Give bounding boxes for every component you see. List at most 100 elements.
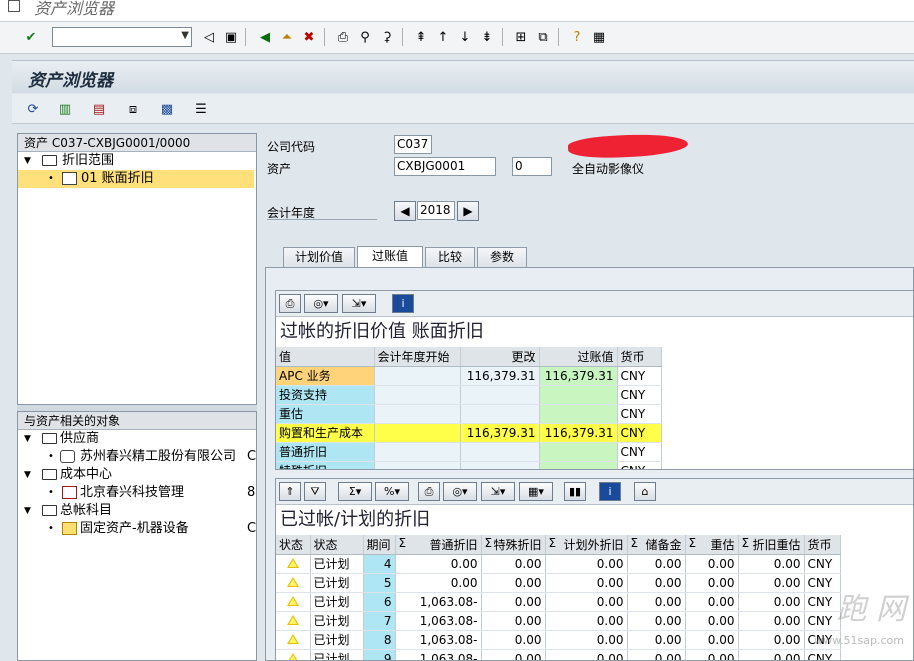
print-icon[interactable]: ⎙ xyxy=(279,294,301,313)
tree-node-depreciation-area[interactable]: ▼ 折旧范围 xyxy=(18,152,256,170)
tree-node-gl-account[interactable]: ▼ 总帐科目 xyxy=(18,502,256,520)
col-header[interactable]: 过账值 xyxy=(539,347,618,367)
expanded-arrow-icon[interactable]: ▼ xyxy=(24,466,31,484)
back-icon[interactable]: ◀ xyxy=(256,28,274,46)
cell: 0.00 xyxy=(738,573,805,593)
find-next-icon[interactable]: ⚳ xyxy=(378,28,396,46)
table-row[interactable]: 已计划 8 1,063.08- 0.00 0.00 0.00 0.00 0.00 CNY xyxy=(276,630,841,650)
col-header[interactable]: 货币 xyxy=(804,535,841,555)
window-titlebar: 资产浏览器 xyxy=(0,0,914,22)
simulation-icon[interactable]: ▩ xyxy=(158,100,176,118)
col-header[interactable]: 状态 xyxy=(276,535,311,555)
info-icon[interactable]: i xyxy=(392,294,414,313)
save-icon[interactable]: ▣ xyxy=(222,28,240,46)
views-menu-icon[interactable]: ◎▾ xyxy=(443,482,477,501)
table-row[interactable]: 普通折旧 CNY xyxy=(276,442,662,462)
cell: 0.00 xyxy=(627,554,686,574)
grid-title: 过帐的折旧价值 账面折旧 xyxy=(280,321,484,342)
cell: 5 xyxy=(363,573,396,593)
graphic-icon[interactable]: ▮▮ xyxy=(564,482,586,501)
col-header[interactable]: 更改 xyxy=(460,347,540,367)
subtotal-menu-icon[interactable]: %▾ xyxy=(375,482,409,501)
table-row[interactable]: 已计划 6 1,063.08- 0.00 0.00 0.00 0.00 0.00 CNY xyxy=(276,592,841,612)
fiscal-year-field[interactable]: 2018 xyxy=(417,201,455,220)
expanded-arrow-icon[interactable]: ▼ xyxy=(24,152,31,170)
other-asset-icon[interactable]: ⧈ xyxy=(124,100,142,118)
tree-node-cost-center-item[interactable]: • 北京春兴科技管理 8 xyxy=(18,484,256,502)
layout-menu-icon[interactable]: ▦▾ xyxy=(519,482,553,501)
layout-menu-icon[interactable]: ▦ xyxy=(590,28,608,46)
expanded-arrow-icon[interactable]: ▼ xyxy=(24,502,31,520)
tree-node-vendor-item[interactable]: • 苏州春兴精工股份有限公司 C xyxy=(18,448,256,466)
company-code-field[interactable]: C037 xyxy=(394,135,432,154)
display-asset-icon[interactable]: ▥ xyxy=(56,100,74,118)
back-arrow-icon[interactable]: ◁ xyxy=(200,28,218,46)
last-page-icon[interactable]: ⇟ xyxy=(478,28,496,46)
expanded-arrow-icon[interactable]: ▼ xyxy=(24,430,31,448)
col-header[interactable]: 状态 xyxy=(310,535,364,555)
col-header[interactable]: Σ 折旧重估 xyxy=(738,535,805,555)
shortcut-icon[interactable]: ⧉ xyxy=(534,28,552,46)
col-header[interactable]: 值 xyxy=(276,347,375,367)
tree-node-book-depreciation[interactable]: • 01 账面折旧 xyxy=(18,170,254,188)
col-header[interactable]: Σ 储备金 xyxy=(627,535,686,555)
grid-toolbar: ⎙ ◎▾ ⇲▾ i xyxy=(276,291,913,317)
asset-values-icon[interactable]: ▤ xyxy=(90,100,108,118)
export-menu-icon[interactable]: ⇲▾ xyxy=(481,482,515,501)
tree-node-gl-account-item[interactable]: • 固定资产-机器设备 C xyxy=(18,520,256,538)
col-header[interactable]: Σ 计划外折旧 xyxy=(545,535,628,555)
tree-node-vendor[interactable]: ▼ 供应商 xyxy=(18,430,256,448)
sum-menu-icon[interactable]: Σ▾ xyxy=(338,482,372,501)
print-icon[interactable]: ⎙ xyxy=(418,482,440,501)
cell xyxy=(539,461,618,469)
next-year-button[interactable]: ▶ xyxy=(457,201,479,221)
table-row[interactable]: APC 业务 116,379.31 116,379.31 CNY xyxy=(276,366,662,386)
enter-check-icon[interactable]: ✔ xyxy=(22,28,40,46)
tab-posted-values[interactable]: 过账值 xyxy=(357,246,423,268)
sigma-icon: Σ xyxy=(548,535,557,550)
command-field[interactable]: ▼ xyxy=(52,27,192,47)
cell: CNY xyxy=(617,423,662,443)
table-row[interactable]: 已计划 7 1,063.08- 0.00 0.00 0.00 0.00 0.00 CNY xyxy=(276,611,841,631)
table-row[interactable]: 已计划 9 1,063.08- 0.00 0.00 0.00 0.00 0.00 CNY xyxy=(276,649,841,660)
tab-planned-values[interactable]: 计划价值 xyxy=(283,247,355,267)
tree-node-cost-center[interactable]: ▼ 成本中心 xyxy=(18,466,256,484)
previous-page-icon[interactable]: ↑ xyxy=(434,28,452,46)
col-header[interactable]: 货币 xyxy=(617,347,662,367)
find-icon[interactable]: ⚲ xyxy=(356,28,374,46)
col-header[interactable]: Σ 特殊折旧 xyxy=(481,535,546,555)
list-icon[interactable]: ☰ xyxy=(192,100,210,118)
cell: 0.00 xyxy=(481,649,546,660)
filter-icon[interactable]: ⛛ xyxy=(304,482,326,501)
col-header[interactable]: 期间 xyxy=(363,535,396,555)
refresh-icon[interactable]: ⟳ xyxy=(24,100,42,118)
new-session-icon[interactable]: ⊞ xyxy=(512,28,530,46)
next-page-icon[interactable]: ↓ xyxy=(456,28,474,46)
col-header[interactable]: Σ 普通折旧 xyxy=(395,535,482,555)
cancel-icon[interactable]: ✖ xyxy=(300,28,318,46)
table-row[interactable]: 投资支持 CNY xyxy=(276,385,662,405)
sort-ascending-icon[interactable]: ⇑ xyxy=(279,482,301,501)
abc-analysis-icon[interactable]: ⌂ xyxy=(634,482,656,501)
info-icon[interactable]: i xyxy=(599,482,621,501)
table-row[interactable]: 特殊折旧 CNY xyxy=(276,461,662,469)
export-menu-icon[interactable]: ⇲▾ xyxy=(342,294,376,313)
tab-comparisons[interactable]: 比较 xyxy=(425,247,475,267)
print-icon[interactable]: ⎙ xyxy=(334,28,352,46)
exit-icon[interactable]: ⏶ xyxy=(278,28,296,46)
table-row[interactable]: 已计划 4 0.00 0.00 0.00 0.00 0.00 0.00 CNY xyxy=(276,554,841,574)
chevron-down-icon[interactable]: ▼ xyxy=(181,30,189,41)
table-row[interactable]: 已计划 5 0.00 0.00 0.00 0.00 0.00 0.00 CNY xyxy=(276,573,841,593)
help-icon[interactable]: ? xyxy=(568,28,586,46)
views-menu-icon[interactable]: ◎▾ xyxy=(304,294,338,313)
tab-parameters[interactable]: 参数 xyxy=(477,247,527,267)
table-row[interactable]: 购置和生产成本 116,379.31 116,379.31 CNY xyxy=(276,423,662,443)
first-page-icon[interactable]: ⇞ xyxy=(412,28,430,46)
col-header[interactable]: Σ 重估 xyxy=(685,535,739,555)
table-row[interactable]: 重估 CNY xyxy=(276,404,662,424)
asset-number-field[interactable]: CXBJG0001 xyxy=(394,157,496,176)
previous-year-button[interactable]: ◀ xyxy=(394,201,416,221)
leaf-bullet: • xyxy=(48,523,54,534)
col-header[interactable]: 会计年度开始 xyxy=(374,347,461,367)
asset-subnumber-field[interactable]: 0 xyxy=(512,157,552,176)
